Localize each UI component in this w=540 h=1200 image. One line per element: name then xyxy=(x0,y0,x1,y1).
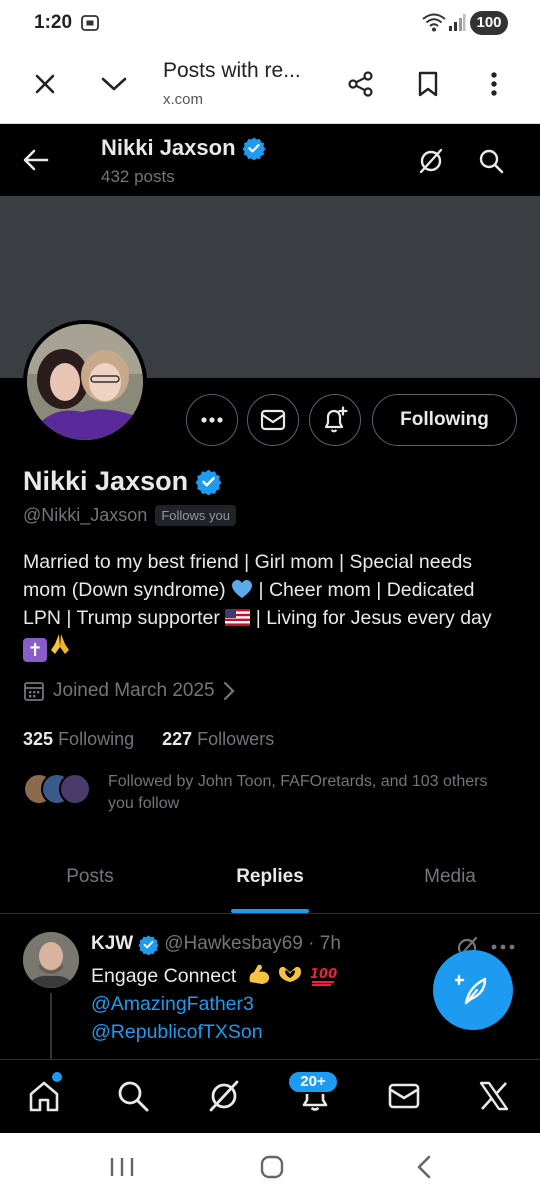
signal-icon xyxy=(449,14,466,31)
cross-icon: ✝ xyxy=(23,638,47,662)
header-name-row: Nikki Jaxson xyxy=(101,135,266,161)
post-author-avatar[interactable] xyxy=(23,932,79,988)
share-icon[interactable] xyxy=(341,64,381,104)
browser-toolbar: Posts with re... x.com xyxy=(0,46,540,124)
bio-text-3: | Living for Jesus every day xyxy=(250,607,492,629)
nav-x[interactable] xyxy=(472,1074,516,1118)
nav-messages[interactable] xyxy=(382,1074,426,1118)
message-button[interactable] xyxy=(247,394,299,446)
chevron-right-icon xyxy=(223,681,235,701)
mutual-avatars xyxy=(23,773,93,807)
tab-posts[interactable]: Posts xyxy=(0,848,180,913)
post-mention[interactable]: @AmazingFather3 xyxy=(91,990,337,1018)
more-horizontal-icon xyxy=(201,417,223,423)
more-vertical-icon[interactable] xyxy=(474,64,514,104)
follows-you-badge: Follows you xyxy=(155,505,236,526)
praying-hands-icon xyxy=(51,634,69,654)
tab-media[interactable]: Media xyxy=(360,848,540,913)
feather-plus-icon xyxy=(455,974,487,1005)
search-icon[interactable] xyxy=(472,142,510,180)
followers-label: Followers xyxy=(197,729,275,749)
post-text-line: Engage Connect 100 xyxy=(91,962,337,990)
post-body: Engage Connect 100 @AmazingFather3 @Repu… xyxy=(91,962,337,1046)
us-flag-icon xyxy=(225,609,251,626)
close-icon[interactable] xyxy=(25,64,65,104)
home-icon xyxy=(29,1081,59,1112)
system-navigation-bar xyxy=(0,1133,540,1200)
header-post-count: 432 posts xyxy=(101,167,175,186)
nav-search[interactable] xyxy=(111,1074,155,1118)
envelope-icon xyxy=(260,409,286,431)
battery-indicator: 100 xyxy=(470,11,508,35)
profile-header: Nikki Jaxson 432 posts xyxy=(0,124,540,196)
svg-text:100: 100 xyxy=(310,967,337,982)
bell-plus-icon xyxy=(324,406,348,433)
status-time: 1:20 xyxy=(34,12,73,33)
notification-count-badge: 20+ xyxy=(287,1070,339,1094)
browser-page-title: Posts with re... xyxy=(163,59,301,82)
verified-badge-icon xyxy=(138,934,159,955)
bottom-navigation: 20+ xyxy=(0,1059,540,1133)
heart-hands-icon xyxy=(279,966,302,982)
header-name: Nikki Jaxson xyxy=(101,135,236,160)
profile-name: Nikki Jaxson xyxy=(23,466,189,496)
joined-row[interactable]: Joined March 2025 xyxy=(23,680,235,702)
handle-row: @Nikki_Jaxson Follows you xyxy=(23,505,236,526)
flexed-biceps-icon xyxy=(249,964,269,984)
profile-handle: @Nikki_Jaxson xyxy=(23,505,148,525)
grok-icon[interactable] xyxy=(412,142,450,180)
notify-button[interactable] xyxy=(309,394,361,446)
compose-post-button[interactable] xyxy=(433,950,513,1030)
x-logo-icon xyxy=(479,1081,509,1111)
followers-count: 227 xyxy=(162,729,193,749)
verified-badge-icon[interactable] xyxy=(195,468,222,495)
mutual-avatar xyxy=(59,773,91,805)
blue-heart-icon xyxy=(232,580,253,598)
post-handle-time: @Hawkesbay69 · 7h xyxy=(164,933,341,954)
back-icon[interactable] xyxy=(404,1151,444,1183)
wifi-icon xyxy=(422,13,446,32)
thread-line xyxy=(50,993,52,1059)
post-author-name[interactable]: KJW xyxy=(91,933,133,955)
verified-badge-icon xyxy=(242,137,266,160)
home-button-icon[interactable] xyxy=(252,1151,292,1183)
following-stat[interactable]: 325 Following xyxy=(23,729,134,750)
chevron-down-icon[interactable] xyxy=(94,64,134,104)
profile-avatar[interactable] xyxy=(23,320,147,444)
post-text: Engage Connect xyxy=(91,965,237,987)
following-count: 325 xyxy=(23,729,54,749)
more-options-button[interactable] xyxy=(186,394,238,446)
grok-icon xyxy=(209,1080,239,1112)
recent-apps-icon[interactable] xyxy=(102,1151,142,1183)
followed-by-text: Followed by John Toon, FAFOretards, and … xyxy=(108,773,488,812)
back-arrow-icon[interactable] xyxy=(18,142,54,178)
tab-replies[interactable]: Replies xyxy=(180,848,360,913)
joined-date: Joined March 2025 xyxy=(53,680,215,701)
profile-tabs: Posts Replies Media xyxy=(0,848,540,914)
envelope-icon xyxy=(388,1083,420,1109)
follow-stats: 325 Following 227 Followers xyxy=(23,729,274,750)
following-label: Following xyxy=(58,729,135,749)
post-header: KJW @Hawkesbay69 · 7h xyxy=(91,933,341,955)
screenshot-icon xyxy=(81,15,99,31)
followers-stat[interactable]: 227 Followers xyxy=(162,729,274,750)
nav-grok[interactable] xyxy=(202,1074,246,1118)
hundred-points-icon: 100 xyxy=(310,967,337,986)
bookmark-icon[interactable] xyxy=(408,64,448,104)
following-button[interactable]: Following xyxy=(372,394,517,446)
status-bar: 1:20 100 xyxy=(0,0,540,46)
profile-name-row: Nikki Jaxson xyxy=(23,466,222,497)
home-notification-dot xyxy=(52,1072,62,1082)
calendar-icon xyxy=(24,682,44,701)
post-mention[interactable]: @RepublicofTXSon xyxy=(91,1018,337,1046)
search-icon xyxy=(118,1081,149,1112)
profile-bio: Married to my best friend | Girl mom | S… xyxy=(23,548,503,662)
browser-page-domain: x.com xyxy=(163,91,204,108)
